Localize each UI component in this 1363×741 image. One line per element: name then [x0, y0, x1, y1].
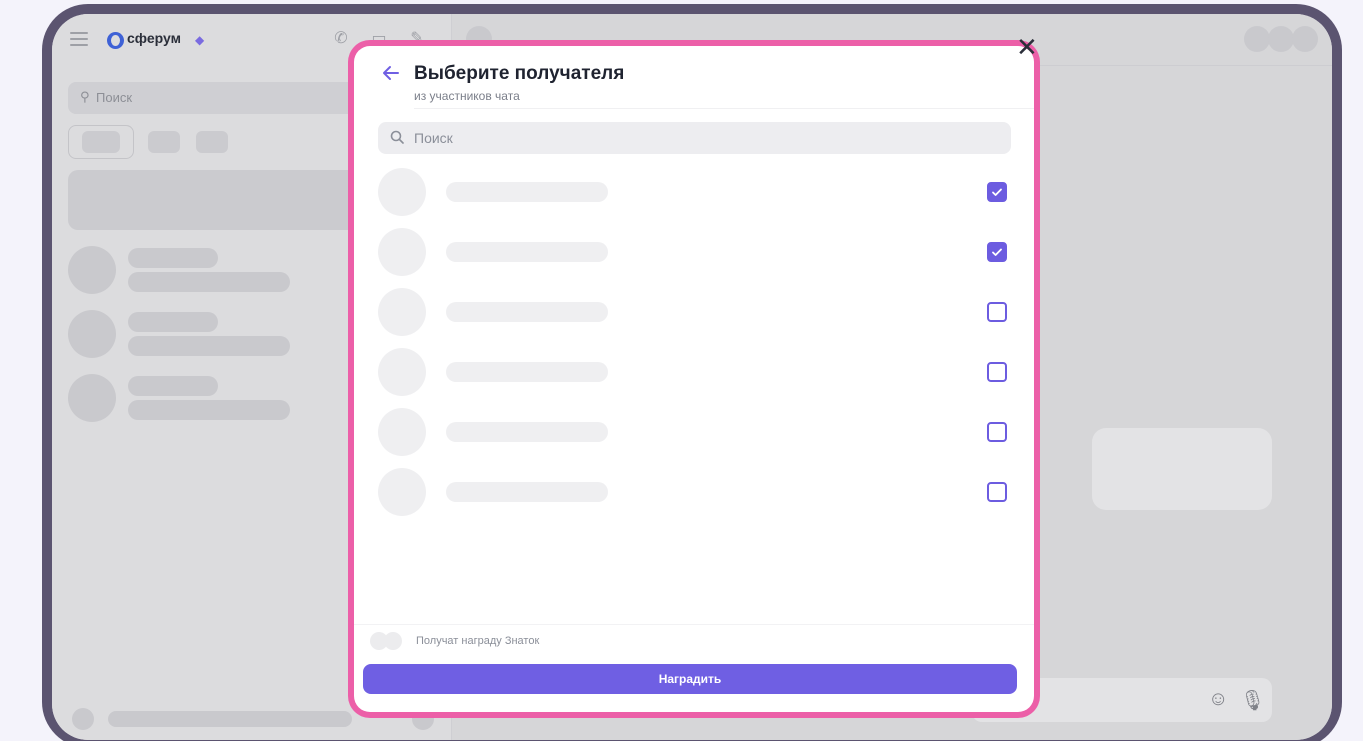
check-icon [992, 248, 1002, 256]
recipient-row[interactable] [354, 162, 1034, 222]
graduation-cap-icon: ◆ [195, 33, 205, 47]
recipient-row[interactable] [354, 282, 1034, 342]
recipient-row[interactable] [354, 342, 1034, 402]
recipient-name-skeleton [446, 302, 608, 322]
recipient-checkbox[interactable] [987, 482, 1007, 502]
recipient-avatar-skeleton [378, 228, 426, 276]
chat-title-skeleton [128, 376, 218, 396]
header-action-skeleton[interactable] [1292, 26, 1318, 52]
recipient-search-placeholder: Поиск [414, 130, 453, 146]
phone-add-icon[interactable]: ✆ [332, 30, 350, 48]
recipient-avatar-skeleton [378, 408, 426, 456]
header-action-skeleton[interactable] [1244, 26, 1270, 52]
filter-chip-skeleton[interactable] [148, 131, 180, 153]
arrow-left-icon[interactable] [380, 62, 402, 84]
recipient-avatar-skeleton [378, 168, 426, 216]
check-icon [992, 188, 1002, 196]
recipient-row[interactable] [354, 462, 1034, 522]
recipient-checkbox[interactable] [987, 302, 1007, 322]
chat-preview-skeleton [128, 400, 290, 420]
modal-title: Выберите получателя [414, 63, 625, 84]
filter-chip-skeleton [82, 131, 120, 153]
header-action-skeleton[interactable] [1268, 26, 1294, 52]
microphone-icon[interactable]: 🎙 [1240, 688, 1265, 713]
reward-label: Получат награду Знаток [416, 635, 540, 647]
recipient-row[interactable] [354, 402, 1034, 462]
recipient-row[interactable] [354, 222, 1034, 282]
header-divider [414, 108, 1034, 109]
recipient-search-input[interactable]: Поиск [378, 122, 1011, 154]
recipient-checkbox[interactable] [987, 182, 1007, 202]
recipient-avatar-skeleton [378, 348, 426, 396]
menu-icon[interactable] [70, 32, 88, 50]
filter-chip-skeleton[interactable] [196, 131, 228, 153]
recipient-name-skeleton [446, 242, 608, 262]
brand-logo-icon [107, 32, 124, 49]
search-icon [390, 130, 404, 144]
recipient-checkbox[interactable] [987, 362, 1007, 382]
modal-subtitle: из участников чата [414, 89, 520, 103]
select-recipient-modal: Выберите получателя из участников чата П… [354, 46, 1034, 712]
footer-divider [354, 624, 1034, 625]
recipient-name-skeleton [446, 482, 608, 502]
recipient-avatar-skeleton [378, 288, 426, 336]
sidebar-search-placeholder: Поиск [96, 90, 133, 105]
chat-avatar-skeleton [68, 310, 116, 358]
chat-title-skeleton [128, 248, 218, 268]
reward-preview-icon [370, 632, 404, 650]
recipient-checkbox[interactable] [987, 422, 1007, 442]
chat-preview-skeleton [128, 336, 290, 356]
recipient-name-skeleton [446, 182, 608, 202]
chat-preview-skeleton [128, 272, 290, 292]
award-button[interactable]: Наградить [363, 664, 1017, 694]
close-icon[interactable]: ✕ [1016, 34, 1038, 60]
recipient-name-skeleton [446, 362, 608, 382]
chat-title-skeleton [128, 312, 218, 332]
recipient-avatar-skeleton [378, 468, 426, 516]
chat-avatar-skeleton [68, 374, 116, 422]
smile-icon[interactable]: ☺ [1208, 688, 1228, 711]
brand-name: сферум [127, 30, 181, 46]
search-icon: ⚲ [80, 89, 90, 104]
recipient-name-skeleton [446, 422, 608, 442]
message-bubble-skeleton [1092, 428, 1272, 510]
recipient-checkbox[interactable] [987, 242, 1007, 262]
modal-highlight-frame: Выберите получателя из участников чата П… [348, 40, 1040, 718]
chat-avatar-skeleton [68, 246, 116, 294]
